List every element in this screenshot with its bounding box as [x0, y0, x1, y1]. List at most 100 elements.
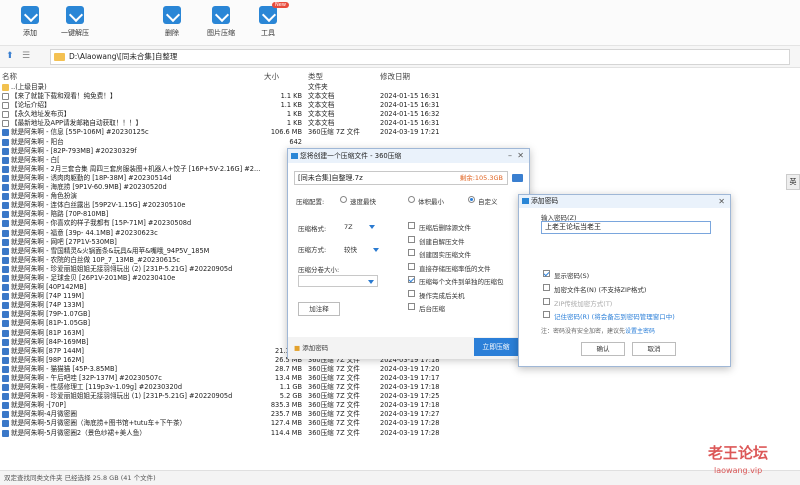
extract-label: 一键解压: [61, 29, 89, 37]
option-checkbox[interactable]: [408, 222, 415, 229]
password-option-label: 加密文件名(N) (不支持ZIP格式): [554, 286, 647, 294]
file-row[interactable]: 就是阿朱啊 - 信息 [55P-106M] #20230125c 106.6 MB…: [0, 128, 800, 137]
mode-custom-radio[interactable]: [468, 196, 475, 203]
password-option-label: 显示密码(S): [554, 272, 590, 280]
file-row[interactable]: 【来了就能下载和观看！纯免费！】 1.1 KB 文本文档 2024-01-15 16:…: [0, 92, 800, 101]
file-row[interactable]: ..(上级目录) 文件夹: [0, 83, 800, 93]
add-password-link[interactable]: ■ 添加密码: [294, 342, 328, 352]
archive-file-icon: [2, 329, 9, 337]
archive-file-icon: [2, 338, 9, 346]
cancel-button[interactable]: 取消: [632, 342, 676, 356]
toolbar: 添加 一键解压 删除 图片压缩 New 工具: [0, 0, 800, 46]
archive-file-icon: [2, 411, 9, 419]
tools-button[interactable]: New 工具: [250, 2, 289, 38]
col-date[interactable]: 修改日期: [380, 71, 410, 82]
add-button[interactable]: 添加: [12, 6, 48, 38]
comment-button[interactable]: 加注释: [298, 302, 340, 316]
file-type: 文本文档: [308, 101, 335, 110]
option-checkbox[interactable]: [408, 249, 415, 256]
password-dialog: 添加密码 ✕ 输入密码(Z) 上老王论坛当老王 显示密码(S) 加密文件名(N) …: [518, 194, 731, 367]
ok-button[interactable]: 确认: [581, 342, 625, 356]
split-size-select[interactable]: [298, 275, 378, 287]
file-row[interactable]: 就是阿朱啊 -[70P] 835.3 MB 360压缩 7Z 文件 2024-03-1…: [0, 401, 800, 410]
compress-dialog-titlebar: 您将创建一个压缩文件 - 360压缩 – ✕: [288, 149, 529, 163]
option-label: 直接存储压缩率低的文件: [419, 264, 491, 273]
archive-file-icon: [2, 247, 9, 255]
app-logo-icon: [522, 198, 529, 204]
option-label: 操作完成后关机: [419, 291, 465, 300]
archive-file-icon: [2, 211, 9, 219]
text-file-icon: [2, 120, 9, 128]
archive-file-icon: [2, 129, 9, 137]
col-size[interactable]: 大小: [264, 71, 279, 82]
format-select[interactable]: 7Z: [344, 223, 375, 231]
archive-file-icon: [2, 384, 9, 392]
file-size: 127.4 MB: [270, 419, 302, 428]
image-compress-icon: [212, 6, 230, 24]
archive-file-icon: [2, 365, 9, 373]
start-compress-button[interactable]: 立即压缩: [474, 338, 518, 356]
mode-small-radio[interactable]: [408, 196, 415, 203]
method-select[interactable]: 较快: [344, 244, 379, 254]
compress-dialog: 您将创建一个压缩文件 - 360压缩 – ✕ [同未合集]自整理.7z 剩余:1…: [287, 148, 531, 359]
delete-button[interactable]: 删除: [154, 6, 190, 38]
file-size: 1 KB: [286, 110, 302, 119]
archive-file-icon: [2, 193, 9, 201]
delete-label: 删除: [165, 29, 179, 37]
file-row[interactable]: 就是阿朱啊 - 珍爱丽姐姐姐无接羽翎玩出 (1) [231P-5.21G] #2…: [0, 392, 800, 402]
file-size: 1.1 KB: [280, 92, 302, 101]
archive-file-icon: [2, 274, 9, 282]
set-master-password-link[interactable]: 设置主密码: [625, 328, 655, 335]
option-checkbox[interactable]: [408, 289, 415, 297]
free-space-text: 剩余:105.3GB: [459, 174, 503, 182]
add-label: 添加: [23, 29, 37, 37]
option-checkbox[interactable]: [408, 303, 415, 310]
archive-name-input[interactable]: [同未合集]自整理.7z 剩余:105.3GB: [294, 171, 508, 185]
file-row[interactable]: 就是阿朱啊-4月微密圈 235.7 MB 360压缩 7Z 文件 2024-03-19…: [0, 410, 800, 420]
compress-dialog-title: 您将创建一个压缩文件 - 360压缩: [300, 152, 402, 160]
password-option-checkbox[interactable]: [543, 284, 550, 291]
format-value: 7Z: [344, 223, 353, 231]
file-type: 360压缩 7Z 文件: [308, 392, 360, 401]
file-size: 28.7 MB: [275, 364, 302, 373]
list-view-icon[interactable]: ☰: [22, 51, 30, 61]
option-checkbox[interactable]: [408, 262, 415, 270]
file-row[interactable]: 就是阿朱啊-5月微密圈（海底捞+图书馆+tutu车+下午茶） 127.4 MB 36…: [0, 419, 800, 428]
file-size: 1.1 GB: [279, 383, 302, 392]
col-name[interactable]: 名称: [2, 71, 17, 82]
option-checkbox[interactable]: [408, 235, 415, 243]
mode-fast-radio[interactable]: [340, 196, 347, 203]
archive-file-icon: [2, 429, 9, 437]
file-row[interactable]: 就是阿朱啊-5月微密圈2（景色纱裙+美人鱼） 114.4 MB 360压缩 7Z 文…: [0, 428, 800, 438]
file-row[interactable]: 就是阿朱啊 - 性感修理工 [119p3v-1.09g] #20230320d 1…: [0, 383, 800, 392]
extract-button[interactable]: 一键解压: [57, 6, 93, 38]
archive-file-icon: [2, 238, 9, 246]
col-type[interactable]: 类型: [308, 71, 323, 82]
path-input[interactable]: D:\Alaowang\[同未合集]自整理: [50, 49, 790, 65]
archive-file-icon: [2, 147, 9, 155]
file-row[interactable]: 就是阿朱啊 - 阳台 642: [0, 137, 800, 147]
image-compress-button[interactable]: 图片压缩: [203, 6, 239, 38]
browse-folder-icon[interactable]: [512, 174, 523, 182]
up-arrow-icon[interactable]: ⬆: [6, 51, 14, 61]
file-row[interactable]: 【论坛介绍】 1.1 KB 文本文档 2024-01-15 16:31: [0, 101, 800, 111]
password-option-checkbox[interactable]: [543, 298, 550, 305]
app-logo-icon: [291, 153, 298, 159]
delete-icon: [163, 6, 181, 24]
file-row[interactable]: 【永久地址发布页】 1 KB 文本文档 2024-01-15 16:32: [0, 110, 800, 119]
password-input[interactable]: 上老王论坛当老王: [541, 221, 711, 234]
file-row[interactable]: 【最新地址及APP请发邮箱自动获取！！！】 1 KB 文本文档 2024-01-15 …: [0, 119, 800, 129]
close-icon[interactable]: ✕: [718, 195, 725, 208]
ime-tab[interactable]: 英: [786, 174, 800, 190]
image-compress-label: 图片压缩: [207, 29, 235, 37]
text-file-icon: [2, 93, 9, 101]
close-icon[interactable]: ✕: [517, 149, 524, 163]
minimize-icon[interactable]: –: [508, 149, 512, 163]
password-option-checkbox[interactable]: [543, 311, 550, 318]
option-label: 压缩后删除源文件: [419, 224, 471, 232]
password-option-checkbox[interactable]: [543, 270, 550, 277]
file-name: ..(上级目录): [11, 83, 47, 91]
option-checkbox[interactable]: [408, 276, 415, 283]
file-row[interactable]: 就是阿朱啊 - 午后吧哇 [32P-137M] #20230507c 13.4 M…: [0, 374, 800, 384]
file-date: 2024-03-19 17:28: [380, 428, 440, 437]
